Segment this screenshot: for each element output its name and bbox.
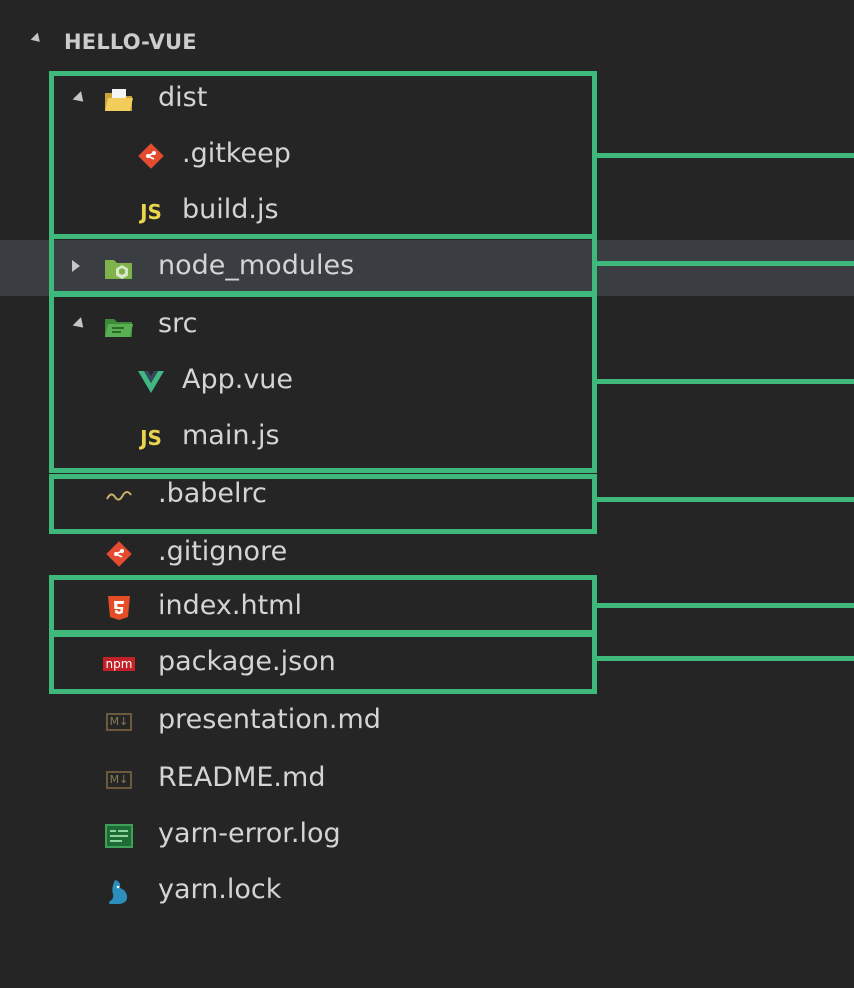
tree-item-label: .babelrc: [158, 478, 267, 509]
collapse-arrow-icon[interactable]: [30, 32, 44, 46]
vue-icon: [136, 367, 166, 397]
tree-item-babelrc[interactable]: .babelrc: [0, 468, 854, 524]
tree-item-node-modules[interactable]: node_modules: [0, 240, 854, 296]
tree-item-build-js[interactable]: JS build.js: [0, 184, 854, 240]
tree-item-label: main.js: [182, 420, 280, 451]
npm-icon: npm: [102, 649, 136, 679]
tree-item-label: .gitkeep: [182, 138, 291, 169]
tree-item-index-html[interactable]: index.html: [0, 580, 854, 636]
tree-item-label: yarn.lock: [158, 874, 282, 905]
tree-item-readme-md[interactable]: M↓ README.md: [0, 752, 854, 808]
html5-icon: [104, 593, 134, 623]
tree-item-label: dist: [158, 82, 208, 113]
tree-item-gitignore[interactable]: .gitignore: [0, 526, 854, 582]
tree-item-label: .gitignore: [158, 536, 288, 567]
tree-item-yarn-lock[interactable]: yarn.lock: [0, 864, 854, 920]
js-icon: JS: [140, 200, 162, 224]
log-icon: [104, 821, 134, 851]
js-icon: JS: [140, 426, 162, 450]
git-icon: [136, 141, 166, 171]
tree-item-src[interactable]: src: [0, 298, 854, 354]
tree-item-label: README.md: [158, 762, 326, 793]
tree-item-main-js[interactable]: JS main.js: [0, 410, 854, 466]
tree-item-yarn-error-log[interactable]: yarn-error.log: [0, 808, 854, 864]
tree-item-label: build.js: [182, 194, 279, 225]
tree-item-package-json[interactable]: npm package.json: [0, 636, 854, 692]
babel-icon: [104, 481, 134, 511]
tree-item-label: App.vue: [182, 364, 294, 395]
highlight-connector-line: [597, 261, 854, 266]
highlight-connector-line: [597, 153, 854, 158]
tree-item-presentation-md[interactable]: M↓ presentation.md: [0, 694, 854, 750]
highlight-connector-line: [597, 379, 854, 384]
highlight-connector-line: [597, 497, 854, 502]
tree-item-label: node_modules: [158, 250, 355, 281]
tree-item-dist[interactable]: dist: [0, 72, 854, 128]
markdown-icon: M↓: [104, 765, 134, 795]
tree-item-label: package.json: [158, 646, 336, 677]
tree-item-label: presentation.md: [158, 704, 381, 735]
tree-item-label: src: [158, 308, 198, 339]
highlight-connector-line: [597, 656, 854, 661]
expanded-arrow-icon[interactable]: [72, 91, 88, 106]
folder-src-open-icon: [104, 311, 134, 341]
git-icon: [104, 539, 134, 569]
tree-item-label: yarn-error.log: [158, 818, 341, 849]
markdown-icon: M↓: [104, 707, 134, 737]
folder-dist-open-icon: [104, 85, 134, 115]
highlight-connector-line: [597, 603, 854, 608]
collapsed-arrow-icon[interactable]: [72, 260, 80, 272]
yarn-icon: [104, 877, 134, 907]
tree-item-label: index.html: [158, 590, 302, 621]
project-title: HELLO-VUE: [64, 30, 197, 54]
folder-node-icon: [104, 253, 134, 283]
explorer-section-header[interactable]: HELLO-VUE: [0, 22, 854, 62]
expanded-arrow-icon[interactable]: [72, 317, 88, 332]
explorer-panel: HELLO-VUE dist .gitkeep JS build.js node…: [0, 0, 854, 988]
